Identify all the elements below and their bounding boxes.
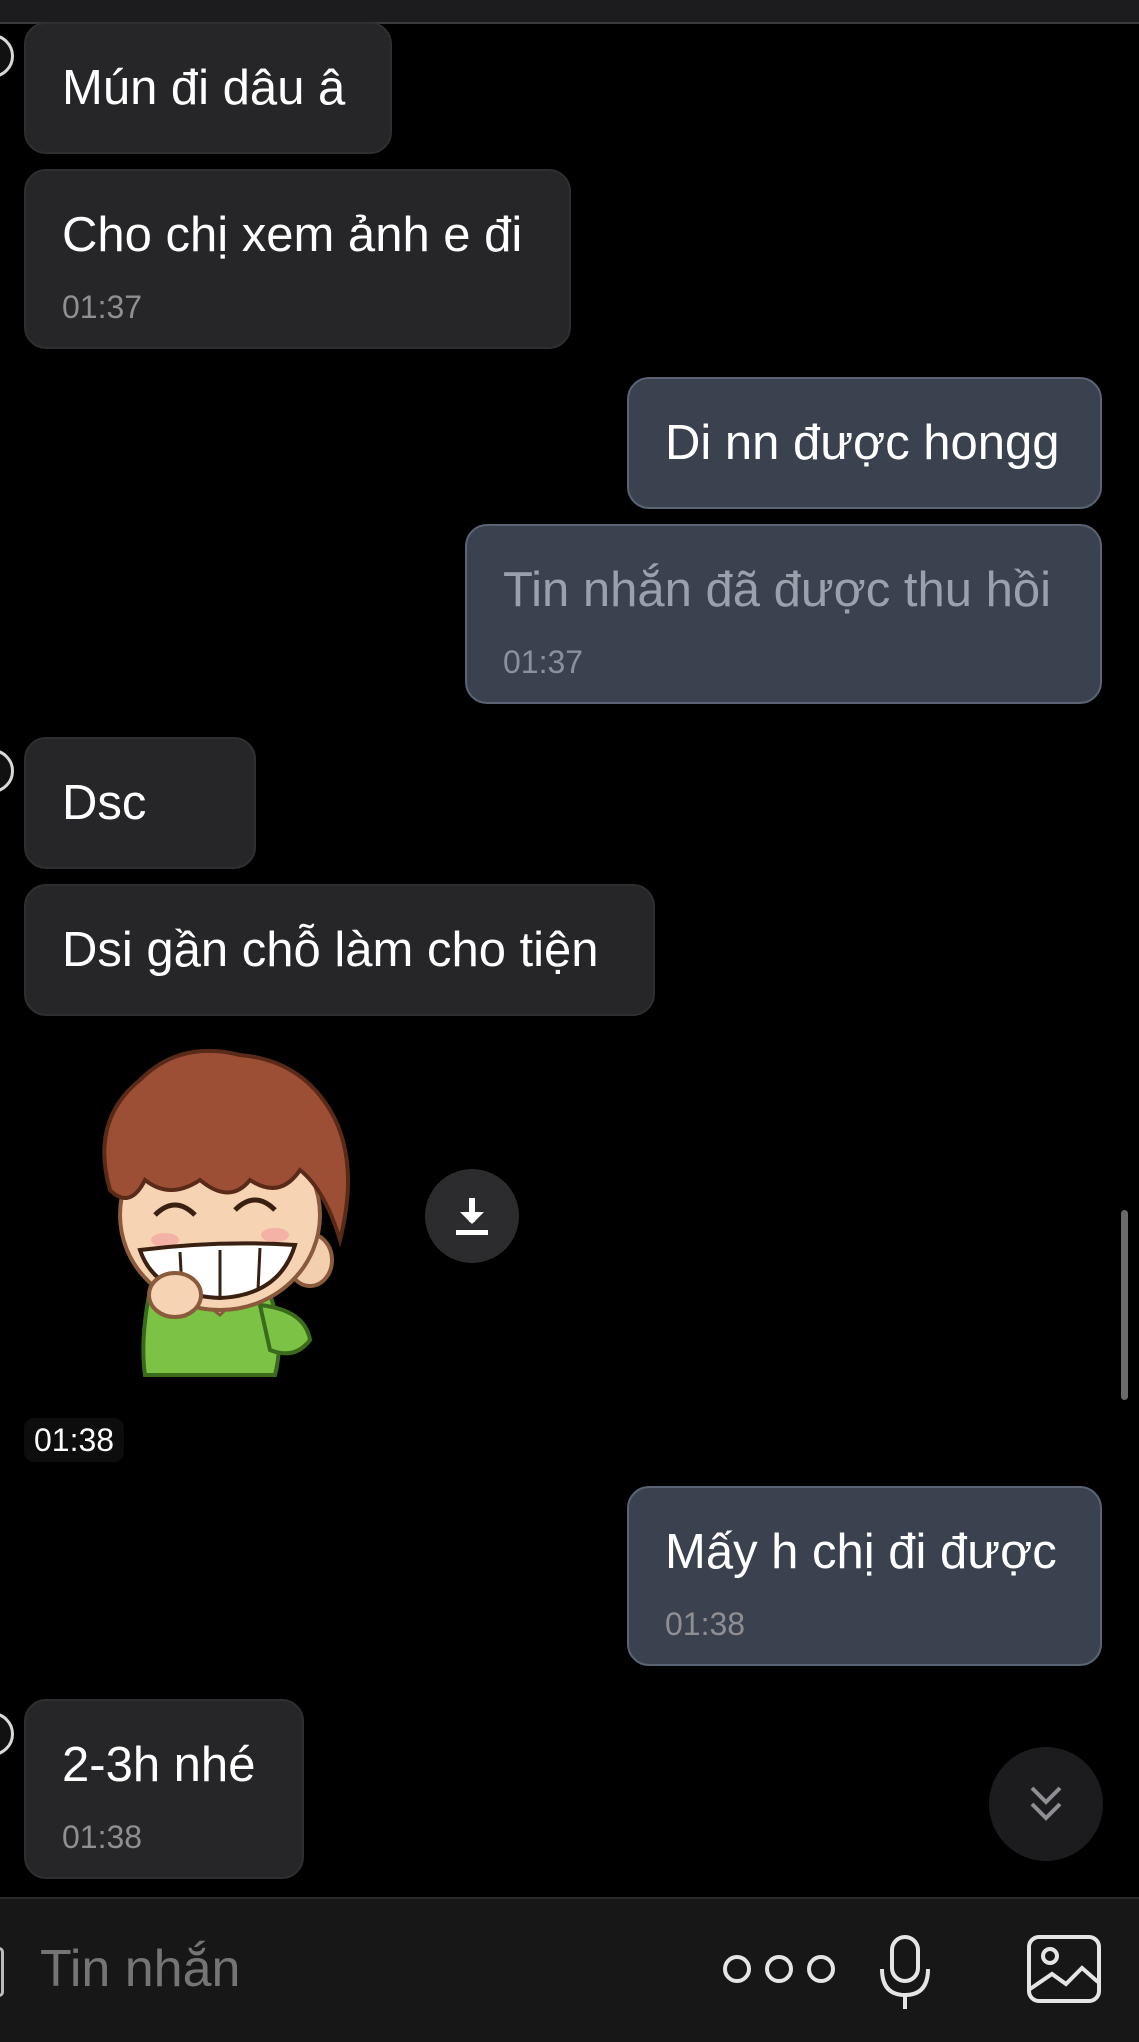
message-text: Mún đi dâu â: [62, 61, 346, 115]
download-icon: [456, 1198, 488, 1235]
more-button[interactable]: [718, 1939, 840, 1999]
composer-bar: [0, 1897, 1139, 2042]
sender-avatar[interactable]: [0, 34, 14, 78]
sender-avatar[interactable]: [0, 749, 14, 793]
voice-record-button[interactable]: [873, 1927, 937, 2017]
top-bar: [0, 0, 1139, 24]
message-text: Di nn được hongg: [665, 416, 1060, 470]
message-time: 01:38: [62, 1819, 143, 1855]
composer-left-edge: [0, 1947, 4, 1997]
message-text: Tin nhắn đã được thu hồi: [503, 563, 1052, 617]
message-bubble-incoming[interactable]: Dsc: [24, 737, 256, 869]
message-text: Dsi gần chỗ làm cho tiện: [62, 923, 599, 977]
more-dots-icon: [723, 1955, 835, 1983]
message-bubble-recalled[interactable]: Tin nhắn đã được thu hồi 01:37: [465, 524, 1102, 704]
message-text: Mấy h chị đi được: [665, 1525, 1057, 1579]
download-sticker-button[interactable]: [425, 1169, 519, 1263]
message-time: 01:38: [665, 1606, 746, 1642]
chevron-double-down-icon: [1030, 1786, 1062, 1821]
sticker-image[interactable]: [70, 1040, 380, 1385]
message-time: 01:37: [503, 644, 584, 680]
sticker-time: 01:38: [24, 1418, 125, 1462]
message-time: 01:37: [62, 289, 143, 325]
message-bubble-incoming[interactable]: Cho chị xem ảnh e đi 01:37: [24, 169, 571, 349]
message-input[interactable]: [40, 1939, 640, 1999]
message-bubble-incoming[interactable]: Dsi gần chỗ làm cho tiện: [24, 884, 655, 1016]
image-icon: [1027, 1935, 1101, 2003]
message-bubble-outgoing[interactable]: Mấy h chị đi được 01:38: [627, 1486, 1102, 1666]
send-image-button[interactable]: [1024, 1931, 1104, 2007]
scroll-to-bottom-button[interactable]: [989, 1747, 1103, 1861]
message-text: 2-3h nhé: [62, 1738, 256, 1792]
message-bubble-outgoing[interactable]: Di nn được hongg: [627, 377, 1102, 509]
message-text: Dsc: [62, 776, 147, 830]
message-bubble-incoming[interactable]: Mún đi dâu â: [24, 22, 392, 154]
message-text: Cho chị xem ảnh e đi: [62, 208, 523, 262]
microphone-icon: [880, 1935, 930, 2009]
scrollbar[interactable]: [1121, 1210, 1128, 1400]
sender-avatar[interactable]: [0, 1712, 14, 1756]
message-bubble-incoming[interactable]: 2-3h nhé 01:38: [24, 1699, 304, 1879]
